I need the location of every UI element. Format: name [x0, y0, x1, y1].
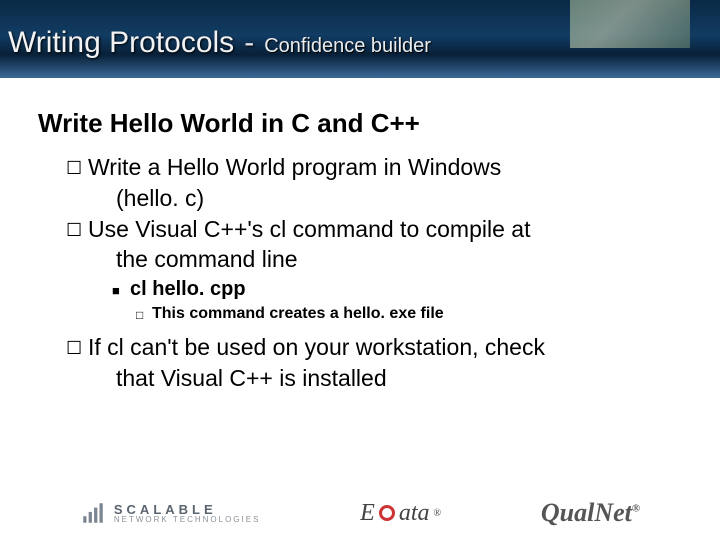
- slide-body: Write Hello World in C and C++ ☐ Write a…: [0, 78, 720, 393]
- bullet-list-level1: ☐ Write a Hello World program in Windows…: [66, 153, 702, 274]
- list-item-continuation: the command line: [116, 245, 702, 274]
- trademark-icon: ®: [632, 502, 640, 514]
- list-item-continuation: (hello. c): [116, 184, 702, 213]
- checkbox-bullet-icon: ☐: [66, 333, 88, 362]
- bullet-list-level2: ■ cl hello. cpp: [112, 278, 702, 301]
- exata-ring-icon: [379, 505, 395, 521]
- trademark-icon: ®: [434, 508, 442, 519]
- section-heading: Write Hello World in C and C++: [38, 108, 702, 139]
- bullet-list-level3: □ This command creates a hello. exe file: [136, 305, 702, 323]
- list-item-text: This command creates a hello. exe file: [152, 305, 444, 323]
- list-item: ☐ If cl can't be used on your workstatio…: [66, 333, 702, 362]
- list-item-text: If cl can't be used on your workstation,…: [88, 333, 702, 362]
- list-item: ☐ Write a Hello World program in Windows: [66, 153, 702, 182]
- list-item-text: Write a Hello World program in Windows: [88, 153, 702, 182]
- list-item-text: cl hello. cpp: [130, 278, 246, 301]
- header-title: Writing Protocols: [8, 26, 234, 60]
- square-bullet-icon: ■: [112, 278, 130, 301]
- bullet-list-level1: ☐ If cl can't be used on your workstatio…: [66, 333, 702, 393]
- scalable-logo-icon: [80, 500, 106, 526]
- list-item-continuation: that Visual C++ is installed: [116, 364, 702, 393]
- header-subtitle: Confidence builder: [264, 35, 431, 60]
- scalable-logo: SCALABLE NETWORK TECHNOLOGIES: [80, 500, 261, 526]
- checkbox-bullet-icon: ☐: [66, 215, 88, 244]
- slide-header: Writing Protocols - Confidence builder: [0, 0, 720, 78]
- list-item: ☐ Use Visual C++'s cl command to compile…: [66, 215, 702, 244]
- exata-logo-text-pre: E: [360, 500, 375, 527]
- qualnet-logo-text: QualNet: [541, 498, 632, 527]
- list-item: □ This command creates a hello. exe file: [136, 305, 702, 323]
- scalable-logo-text: SCALABLE NETWORK TECHNOLOGIES: [114, 503, 261, 524]
- footer-logos: SCALABLE NETWORK TECHNOLOGIES Eata ® Qual…: [0, 498, 720, 528]
- qualnet-logo: QualNet®: [541, 498, 640, 528]
- exata-logo-text-post: ata: [399, 500, 430, 527]
- list-item: ■ cl hello. cpp: [112, 278, 702, 301]
- exata-logo: Eata ®: [360, 500, 441, 527]
- hollow-square-bullet-icon: □: [136, 305, 152, 323]
- list-item-text: Use Visual C++'s cl command to compile a…: [88, 215, 702, 244]
- header-separator: -: [244, 26, 254, 60]
- checkbox-bullet-icon: ☐: [66, 153, 88, 182]
